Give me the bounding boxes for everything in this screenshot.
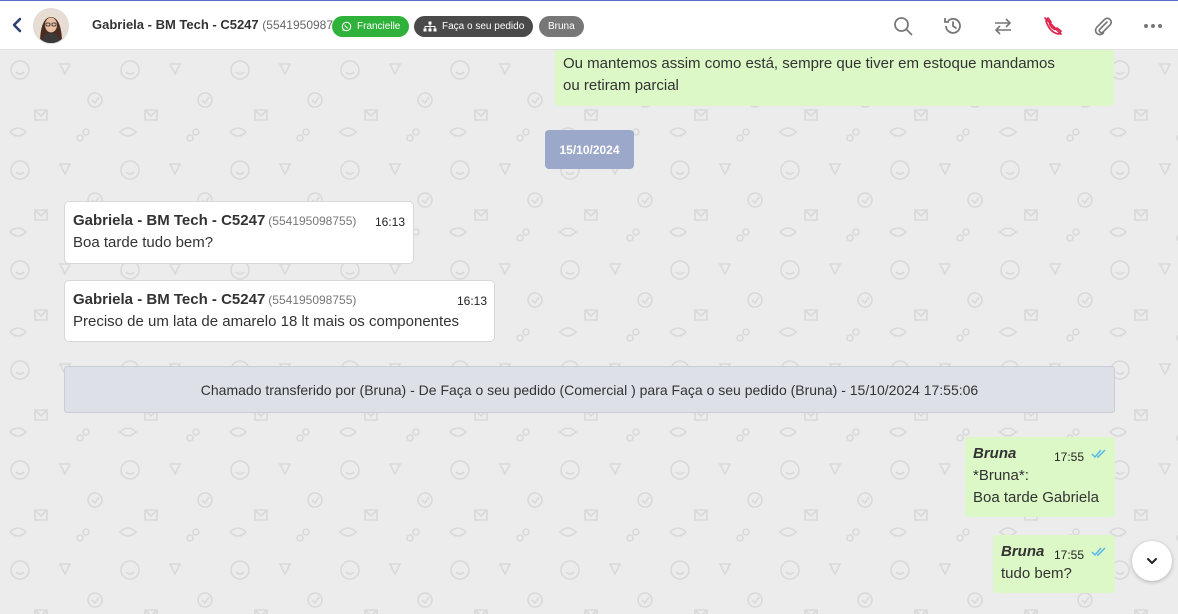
more-options-icon[interactable] xyxy=(1142,15,1164,37)
queue-tag-label: Faça o seu pedido xyxy=(442,21,525,32)
scroll-down-button[interactable] xyxy=(1132,541,1172,581)
message-text: ou retiram parcial xyxy=(563,77,679,94)
sitemap-icon xyxy=(423,21,437,32)
read-receipt-icon xyxy=(1091,547,1106,557)
read-receipt-icon xyxy=(1091,449,1106,459)
user-tag[interactable]: Bruna xyxy=(539,16,584,37)
sender-name: Gabriela - BM Tech - C5247 xyxy=(73,291,266,308)
incoming-message[interactable]: Gabriela - BM Tech - C5247 (554195098755)… xyxy=(64,280,495,342)
transfer-notice: Chamado transferido por (Bruna) - De Faç… xyxy=(64,366,1115,413)
message-sender: Gabriela - BM Tech - C5247 (554195098755) xyxy=(73,289,486,311)
sender-phone: (554195098755) xyxy=(268,293,357,307)
contact-name: Gabriela - BM Tech - C5247 xyxy=(92,17,259,32)
chevron-down-icon xyxy=(1147,558,1157,564)
transfer-icon[interactable] xyxy=(992,15,1014,37)
message-text: *Bruna*: xyxy=(973,467,1029,484)
message-time: 16:13 xyxy=(457,294,488,308)
sender-name: Gabriela - BM Tech - C5247 xyxy=(73,212,266,229)
agent-tag[interactable]: Francielle xyxy=(332,16,410,37)
agent-tag-label: Francielle xyxy=(357,21,401,32)
avatar[interactable] xyxy=(33,8,69,44)
message-text: Boa tarde tudo bem? xyxy=(73,234,214,251)
date-separator: 15/10/2024 xyxy=(545,130,634,169)
contact-title: Gabriela - BM Tech - C5247 (554195098755… xyxy=(92,17,350,32)
message-text: Boa tarde Gabriela xyxy=(973,489,1099,506)
message-time: 16:13 xyxy=(375,215,406,229)
message-text: Preciso de um lata de amarelo 18 lt mais… xyxy=(73,313,460,330)
message-text: tudo bem? xyxy=(1001,565,1072,582)
outgoing-message[interactable]: Bruna 17:55 *Bruna*: Boa tarde Gabriela xyxy=(965,437,1115,517)
message-sender: Bruna xyxy=(973,445,1017,462)
message-sender: Gabriela - BM Tech - C5247 (554195098755) xyxy=(73,210,405,232)
message-text: Ou mantemos assim como está, sempre que … xyxy=(563,55,1055,72)
incoming-message[interactable]: Gabriela - BM Tech - C5247 (554195098755)… xyxy=(64,201,414,264)
search-icon[interactable] xyxy=(892,15,914,37)
outgoing-message[interactable]: Bruna 17:55 tudo bem? xyxy=(993,535,1115,593)
back-icon[interactable] xyxy=(8,14,28,36)
message-time: 17:55 xyxy=(1054,450,1085,464)
message-time: 17:55 xyxy=(1054,548,1085,562)
attach-icon[interactable] xyxy=(1092,15,1114,37)
history-icon[interactable] xyxy=(942,15,964,37)
user-tag-label: Bruna xyxy=(548,21,575,32)
outgoing-message[interactable]: Ou mantemos assim como está, sempre que … xyxy=(555,50,1114,106)
sender-phone: (554195098755) xyxy=(268,214,357,228)
queue-tag[interactable]: Faça o seu pedido xyxy=(414,16,534,37)
chat-header: Gabriela - BM Tech - C5247 (554195098755… xyxy=(0,0,1178,50)
end-call-icon[interactable] xyxy=(1042,15,1064,37)
chat-area[interactable]: Ou mantemos assim como está, sempre que … xyxy=(0,50,1178,614)
whatsapp-icon xyxy=(341,21,352,32)
